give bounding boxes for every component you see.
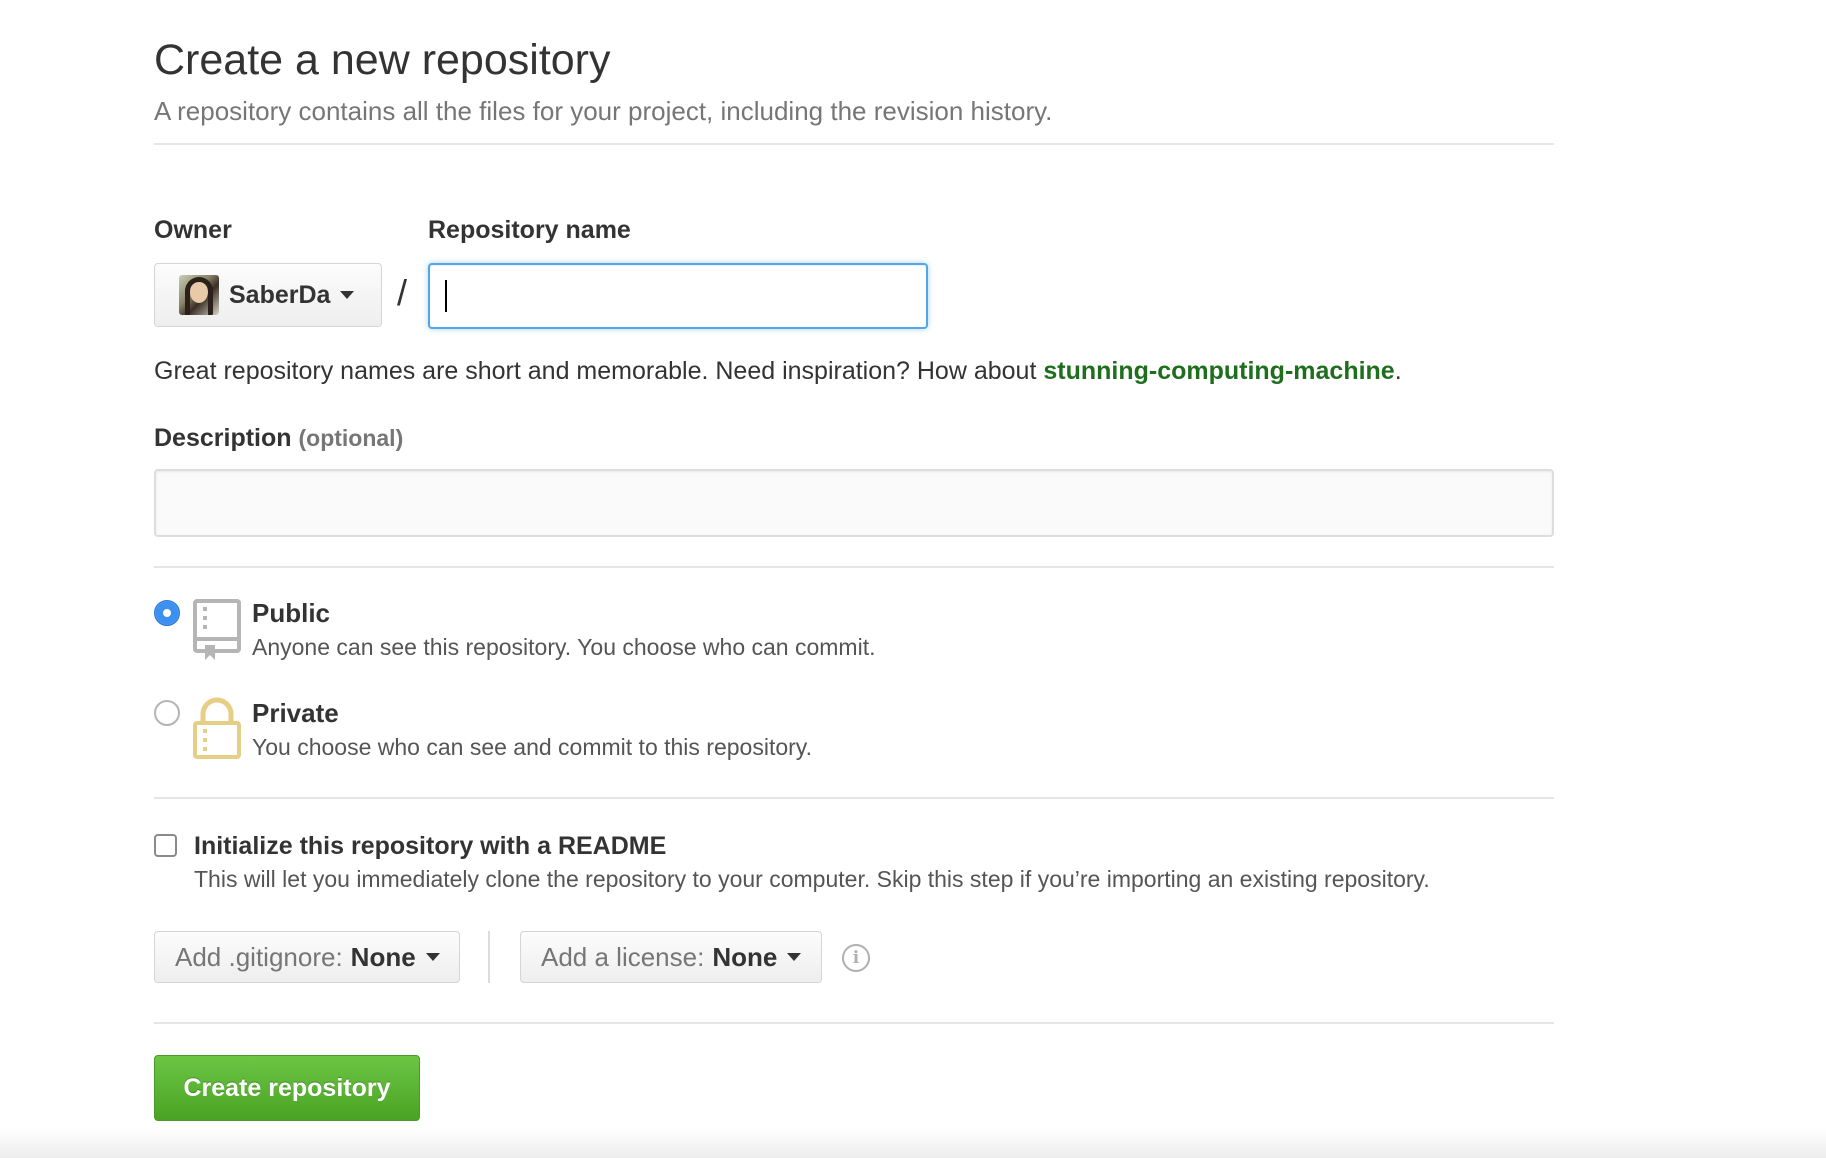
options-divider: [154, 1022, 1554, 1024]
license-value: None: [712, 941, 778, 972]
page-subtitle: A repository contains all the files for …: [154, 96, 1053, 126]
repo-book-icon: [193, 599, 241, 660]
private-radio[interactable]: [154, 700, 180, 726]
description-label-text: Description: [154, 424, 292, 452]
name-hint-period: .: [1394, 357, 1402, 385]
chevron-down-icon: [425, 953, 440, 961]
chevron-down-icon: [340, 291, 355, 299]
description-divider: [154, 566, 1554, 568]
owner-repo-separator: /: [397, 272, 408, 313]
lock-icon: [193, 697, 241, 759]
private-title: Private: [252, 698, 339, 728]
name-suggestion-link[interactable]: stunning-computing-machine: [1043, 357, 1394, 385]
chevron-down-icon: [787, 953, 802, 961]
gitignore-label: Add .gitignore:: [175, 941, 343, 972]
page-bottom-edge: [0, 1128, 1826, 1158]
name-hint: Great repository names are short and mem…: [154, 357, 1402, 386]
description-input[interactable]: [154, 469, 1554, 537]
user-avatar: [179, 275, 219, 315]
gitignore-dropdown[interactable]: Add .gitignore: None: [154, 931, 460, 983]
repo-name-label: Repository name: [428, 216, 631, 244]
private-desc: You choose who can see and commit to thi…: [252, 734, 812, 760]
text-cursor: [445, 280, 447, 312]
readme-desc: This will let you immediately clone the …: [194, 866, 1430, 892]
readme-checkbox[interactable]: [154, 834, 177, 857]
public-radio[interactable]: [154, 600, 180, 626]
header-divider: [154, 143, 1554, 145]
license-dropdown[interactable]: Add a license: None: [520, 931, 822, 983]
readme-title: Initialize this repository with a README: [194, 832, 667, 860]
owner-dropdown[interactable]: SaberDa: [154, 263, 382, 327]
license-label: Add a license:: [541, 941, 705, 972]
name-hint-text: Great repository names are short and mem…: [154, 357, 1044, 385]
visibility-divider: [154, 797, 1554, 799]
description-label: Description (optional): [154, 424, 403, 453]
public-desc: Anyone can see this repository. You choo…: [252, 634, 876, 660]
gitignore-value: None: [350, 941, 416, 972]
owner-name: SaberDa: [229, 280, 331, 309]
public-title: Public: [252, 598, 331, 628]
page-title: Create a new repository: [154, 36, 611, 84]
info-icon[interactable]: i: [842, 944, 870, 972]
owner-label: Owner: [154, 216, 232, 244]
repo-name-input[interactable]: [428, 263, 928, 329]
create-repository-button[interactable]: Create repository: [154, 1055, 420, 1121]
dropdown-separator: [488, 931, 490, 983]
page: Create a new repository A repository con…: [0, 0, 1826, 1158]
optional-tag: (optional): [298, 425, 404, 451]
